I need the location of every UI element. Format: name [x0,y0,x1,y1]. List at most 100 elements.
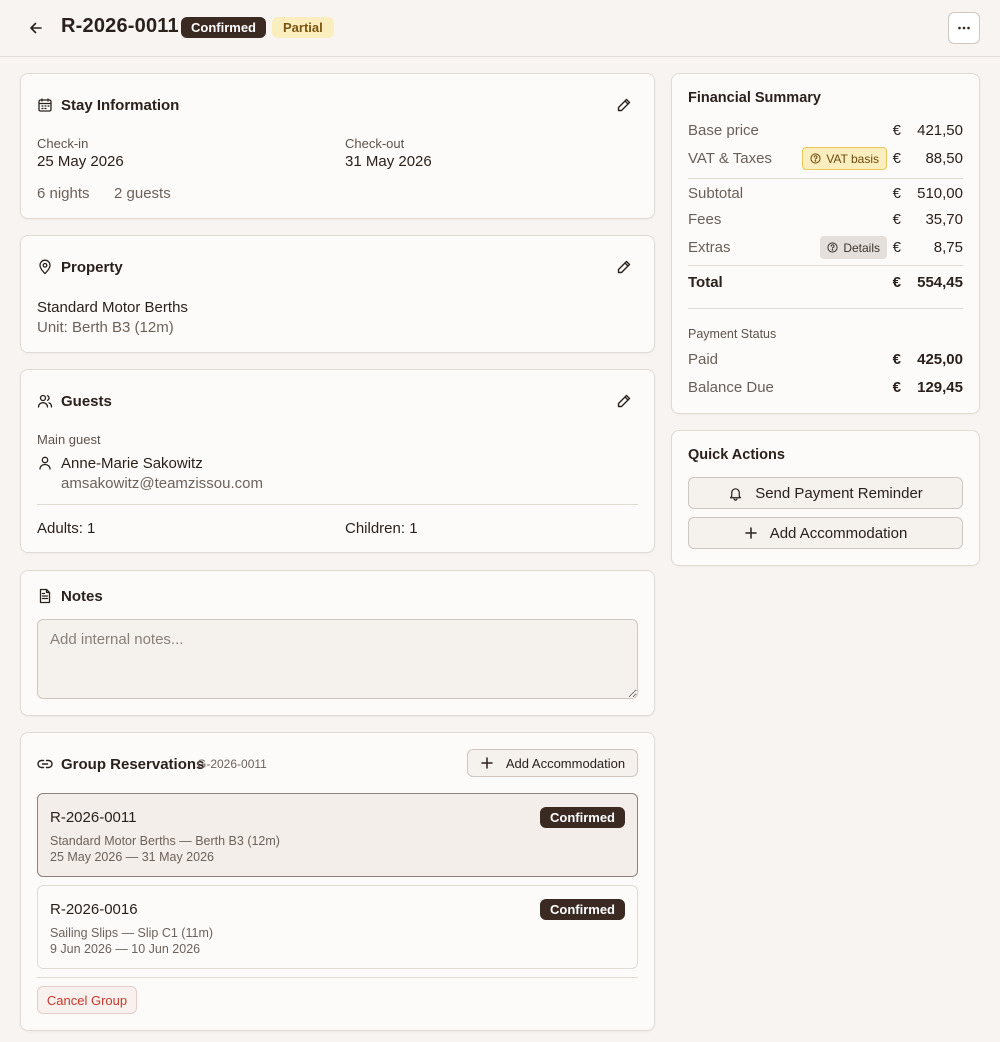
property-unit: Unit: Berth B3 (12m) [37,319,174,336]
main-guest-label: Main guest [37,432,101,447]
financial-summary-card: Financial Summary Base price € 421,50 VA… [671,73,980,414]
paid-value: 425,00 [917,351,963,368]
plus-icon [481,757,493,769]
total-label: Total [688,274,723,291]
paid-row: Paid € 425,00 [688,351,963,371]
document-icon [37,588,53,604]
link-icon [37,756,53,772]
base-price-label: Base price [688,122,759,139]
ellipsis-icon [958,26,970,30]
group-add-accommodation-label: Add Accommodation [505,755,626,771]
guests-title: Guests [61,393,112,410]
extras-value: 8,75 [933,239,963,256]
subtotal-value: 510,00 [917,185,963,202]
divider [688,265,963,266]
group-item-status-badge: Confirmed [540,807,625,828]
send-payment-reminder-label: Send Payment Reminder [755,484,923,502]
main-guest-email[interactable]: amsakowitz@teamzissou.com [61,475,263,492]
add-accommodation-label: Add Accommodation [769,524,908,542]
pencil-icon [617,394,631,408]
status-badge: Confirmed [181,17,266,38]
currency-symbol: € [892,274,901,291]
bell-icon [730,487,742,501]
notes-card: Notes [20,570,655,716]
balance-due-value: 129,45 [917,379,963,396]
group-item-description: Sailing Slips — Slip C1 (11m) [50,926,214,940]
checkin-value: 25 May 2026 [37,153,124,170]
pencil-icon [617,260,631,274]
stay-information-title: Stay Information [61,97,180,114]
edit-guests-button[interactable] [613,390,635,412]
checkin-label: Check-in [37,136,89,151]
vat-label: VAT & Taxes [688,150,772,167]
group-item-status-badge: Confirmed [540,899,625,920]
map-pin-icon [37,259,53,275]
fees-row: Fees € 35,70 [688,211,963,231]
user-icon [37,455,53,471]
paid-label: Paid [688,351,719,368]
property-title: Property [61,259,123,276]
currency-symbol: € [892,379,901,396]
top-bar: R-2026-0011 Confirmed Partial [0,0,1000,57]
divider [37,977,638,978]
help-circle-icon [810,153,821,164]
main-guest-name: Anne-Marie Sakowitz [61,455,203,472]
adults-count: Adults: 1 [37,520,95,537]
extras-row: Extras Details € 8,75 [688,236,963,259]
notes-title: Notes [61,588,103,605]
divider [688,308,963,309]
extras-label: Extras [688,239,731,256]
fees-value: 35,70 [925,211,963,228]
balance-due-row: Balance Due € 129,45 [688,379,963,399]
guests-card: Guests Main guest Anne-Marie Sakowitz am… [20,369,655,553]
currency-symbol: € [892,351,901,368]
children-count: Children: 1 [345,520,418,537]
group-add-accommodation-button[interactable]: Add Accommodation [467,749,638,777]
divider [688,178,963,179]
subtotal-row: Subtotal € 510,00 [688,185,963,205]
help-circle-icon [827,242,838,253]
reservation-id: R-2026-0011 [61,15,179,37]
group-reservation-item[interactable]: R-2026-0011 Confirmed Standard Motor Ber… [37,793,638,877]
back-button[interactable] [24,16,48,40]
group-reservation-item[interactable]: R-2026-0016 Confirmed Sailing Slips — Sl… [37,885,638,969]
pencil-icon [617,98,631,112]
adults-label: Adults: [37,520,83,537]
currency-symbol: € [892,239,901,256]
subtotal-label: Subtotal [688,185,744,202]
property-name: Standard Motor Berths [37,299,188,316]
cancel-group-button[interactable]: Cancel Group [37,986,137,1014]
extras-details-label: Details [843,240,880,255]
plus-icon [744,527,757,539]
edit-property-button[interactable] [613,256,635,278]
balance-due-label: Balance Due [688,379,774,396]
payment-status-badge: Partial [272,17,334,38]
fees-label: Fees [688,211,722,228]
vat-basis-button[interactable]: VAT basis [802,147,887,170]
children-value: 1 [409,520,418,537]
quick-actions-title: Quick Actions [688,447,785,463]
edit-stay-button[interactable] [613,94,635,116]
group-reservations-card: Group Reservations G-2026-0011 Add Accom… [20,732,655,1031]
base-price-row: Base price € 421,50 [688,122,963,142]
total-row: Total € 554,45 [688,274,963,294]
checkout-value: 31 May 2026 [345,153,432,170]
group-item-dates: 25 May 2026 — 31 May 2026 [50,850,214,864]
children-label: Children: [345,520,406,537]
vat-value: 88,50 [925,150,963,167]
group-item-description: Standard Motor Berths — Berth B3 (12m) [50,834,280,848]
send-payment-reminder-button[interactable]: Send Payment Reminder [688,477,963,509]
currency-symbol: € [892,185,901,202]
more-options-button[interactable] [948,12,980,44]
divider [37,504,638,505]
extras-details-button[interactable]: Details [820,236,887,259]
guests-count: 2 guests [114,185,171,202]
vat-row: VAT & Taxes VAT basis € 88,50 [688,147,963,170]
add-accommodation-button[interactable]: Add Accommodation [688,517,963,549]
group-item-dates: 9 Jun 2026 — 10 Jun 2026 [50,942,201,956]
quick-actions-card: Quick Actions Send Payment Reminder Add … [671,430,980,566]
notes-input[interactable] [37,619,638,699]
adults-value: 1 [87,520,96,537]
users-icon [37,393,53,409]
group-item-id: R-2026-0011 [50,809,137,826]
